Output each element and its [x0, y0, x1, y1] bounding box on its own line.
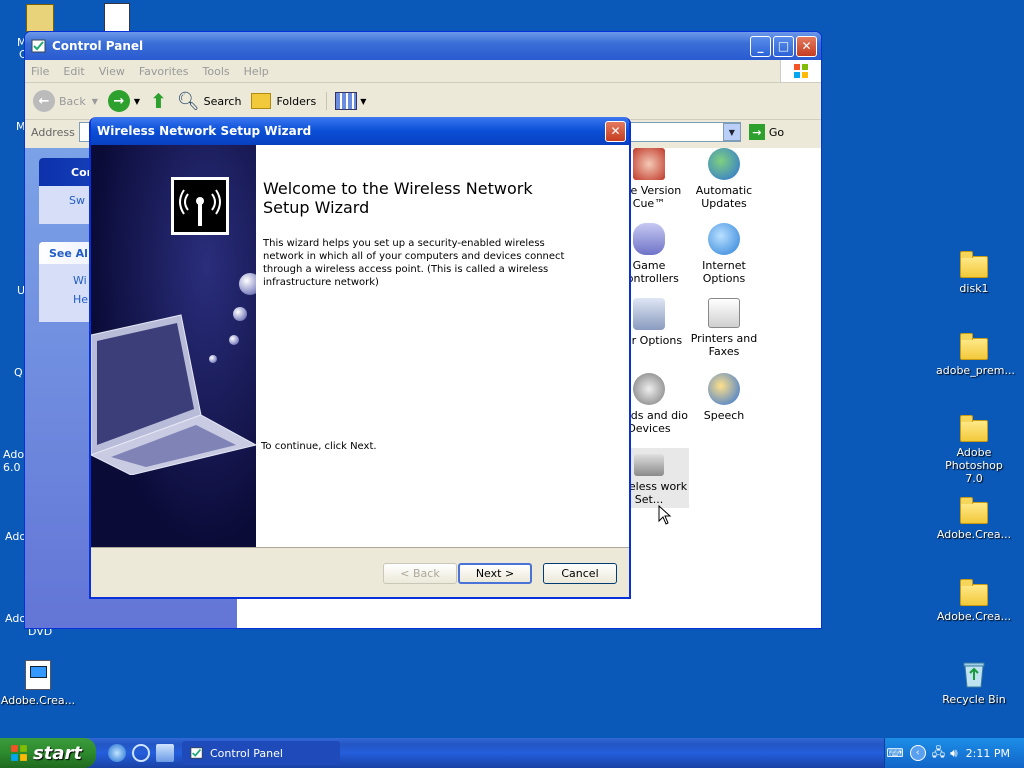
close-icon: ✕ [610, 124, 621, 138]
windows-logo-icon [11, 745, 27, 761]
search-icon[interactable] [132, 744, 150, 762]
game-controllers-icon [633, 223, 665, 255]
menu-help[interactable]: Help [244, 65, 269, 78]
recycle-bin-icon [963, 662, 985, 688]
wizard-side-art [91, 145, 256, 547]
system-tray: ⌨ ‹ 🖧︎ 🔊︎ 2:11 PM [884, 738, 1024, 768]
control-panel-title: Control Panel [52, 39, 144, 53]
wizard-heading: Welcome to the Wireless Network Setup Wi… [263, 179, 533, 217]
folder-icon [960, 415, 988, 442]
folder-icon [960, 497, 988, 524]
forward-arrow-icon: → [107, 90, 130, 112]
wireless-antenna-icon [171, 177, 229, 235]
cp-internet-options[interactable]: Internet Options [684, 223, 764, 285]
power-options-icon [633, 298, 665, 330]
sounds-icon [633, 373, 665, 405]
wizard-body: Welcome to the Wireless Network Setup Wi… [91, 145, 629, 548]
desktop-icon-top-left-1[interactable] [26, 4, 54, 32]
show-desktop-icon[interactable] [156, 744, 174, 762]
printers-icon [708, 298, 740, 328]
up-button[interactable]: ⬆ [150, 89, 167, 113]
folder-icon [960, 333, 988, 360]
internet-options-icon [708, 223, 740, 255]
desktop-icon-adobe-crea-2[interactable]: Adobe.Crea... [936, 578, 1012, 623]
control-panel-titlebar[interactable]: Control Panel _ □ ✕ [25, 32, 821, 60]
cp-automatic-updates[interactable]: Automatic Updates [684, 148, 764, 210]
folder-icon [960, 579, 988, 606]
control-panel-icon [31, 39, 46, 53]
folder-icon [960, 251, 988, 278]
desktop-icon-adobe-crea-1[interactable]: Adobe.Crea... [936, 496, 1012, 541]
address-label: Address [31, 125, 75, 139]
desktop-icon-recycle-bin[interactable]: Recycle Bin [936, 658, 1012, 706]
cp-speech[interactable]: Speech [684, 373, 764, 422]
tray-expand-icon[interactable]: ‹ [909, 745, 926, 761]
go-arrow-icon: → [748, 124, 765, 140]
wizard-description: This wizard helps you set up a security-… [263, 238, 565, 288]
address-dropdown-button[interactable]: ▼ [722, 123, 741, 141]
clock[interactable]: 2:11 PM [966, 747, 1010, 760]
minimize-icon: _ [757, 39, 764, 53]
menu-file[interactable]: File [31, 65, 49, 78]
chevron-down-icon: ▼ [91, 96, 98, 106]
search-button[interactable]: 🔍︎ Search [177, 91, 242, 112]
chevron-down-icon: ▼ [133, 96, 141, 106]
menu-tools[interactable]: Tools [203, 65, 230, 78]
minimize-button[interactable]: _ [750, 35, 771, 57]
wizard-continue-text: To continue, click Next. [261, 441, 377, 452]
views-button[interactable]: ▼ [326, 92, 366, 110]
windows-logo-icon [780, 60, 821, 82]
maximize-icon: □ [777, 39, 790, 53]
taskbar-control-panel-button[interactable]: Control Panel [182, 741, 340, 765]
wizard-next-button[interactable]: Next > [458, 563, 532, 584]
desktop-icon-adobe-crea-left[interactable]: Adobe.Crea... [0, 658, 76, 707]
start-button[interactable]: start [0, 738, 96, 768]
quick-launch [108, 744, 174, 762]
menu-view[interactable]: View [99, 65, 125, 78]
folders-button[interactable]: Folders [251, 93, 316, 109]
wizard-titlebar[interactable]: Wireless Network Setup Wizard ✕ [91, 117, 629, 145]
keyboard-icon[interactable]: ⌨ [886, 746, 903, 760]
maximize-button[interactable]: □ [773, 35, 794, 57]
desktop-icon-adobe-photoshop[interactable]: Adobe Photoshop 7.0 [936, 414, 1012, 485]
control-panel-icon [190, 747, 203, 759]
automatic-updates-icon [708, 148, 740, 180]
volume-icon[interactable]: 🔊︎ [950, 746, 958, 761]
wizard-back-button[interactable]: < Back [383, 563, 457, 584]
go-button[interactable]: → Go [748, 124, 784, 140]
forward-button[interactable]: → ▼ [107, 90, 141, 112]
wireless-wizard-dialog: Wireless Network Setup Wizard ✕ Welcome … [89, 117, 631, 599]
folders-icon [251, 93, 272, 109]
menu-favorites[interactable]: Favorites [139, 65, 189, 78]
laptop-illustration [91, 314, 256, 475]
network-icon[interactable]: 🖧︎ [932, 743, 945, 764]
back-arrow-icon: ← [33, 90, 55, 112]
back-button[interactable]: ← Back ▼ [33, 90, 98, 112]
close-icon: ✕ [801, 39, 812, 53]
toolbar: ← Back ▼ → ▼ ⬆ 🔍︎ Search Folders ▼ [25, 83, 821, 120]
wireless-network-icon [634, 454, 664, 476]
mouse-cursor-icon [658, 505, 672, 525]
wizard-close-button[interactable]: ✕ [605, 120, 626, 142]
internet-explorer-icon[interactable] [108, 744, 126, 762]
desktop-icon-disk1[interactable]: disk1 [936, 250, 1012, 295]
cp-printers-faxes[interactable]: Printers and Faxes [684, 298, 764, 358]
search-icon: 🔍︎ [176, 90, 200, 112]
adobe-version-cue-icon [633, 148, 665, 180]
wizard-title: Wireless Network Setup Wizard [97, 124, 312, 138]
taskbar: start Control Panel ⌨ ‹ 🖧︎ 🔊︎ 2:11 PM [0, 738, 1024, 768]
desktop-icon-adobe-prem[interactable]: adobe_prem... [936, 332, 1015, 377]
views-icon [335, 92, 358, 110]
chevron-down-icon: ▼ [360, 96, 367, 106]
close-button[interactable]: ✕ [796, 35, 817, 57]
speech-icon [708, 373, 740, 405]
menu-edit[interactable]: Edit [63, 65, 84, 78]
up-folder-icon: ⬆ [150, 89, 167, 113]
wizard-cancel-button[interactable]: Cancel [543, 563, 617, 584]
menu-bar: File Edit View Favorites Tools Help [25, 60, 821, 83]
desktop-icon-top-left-2[interactable] [104, 3, 130, 33]
document-icon [25, 660, 51, 690]
